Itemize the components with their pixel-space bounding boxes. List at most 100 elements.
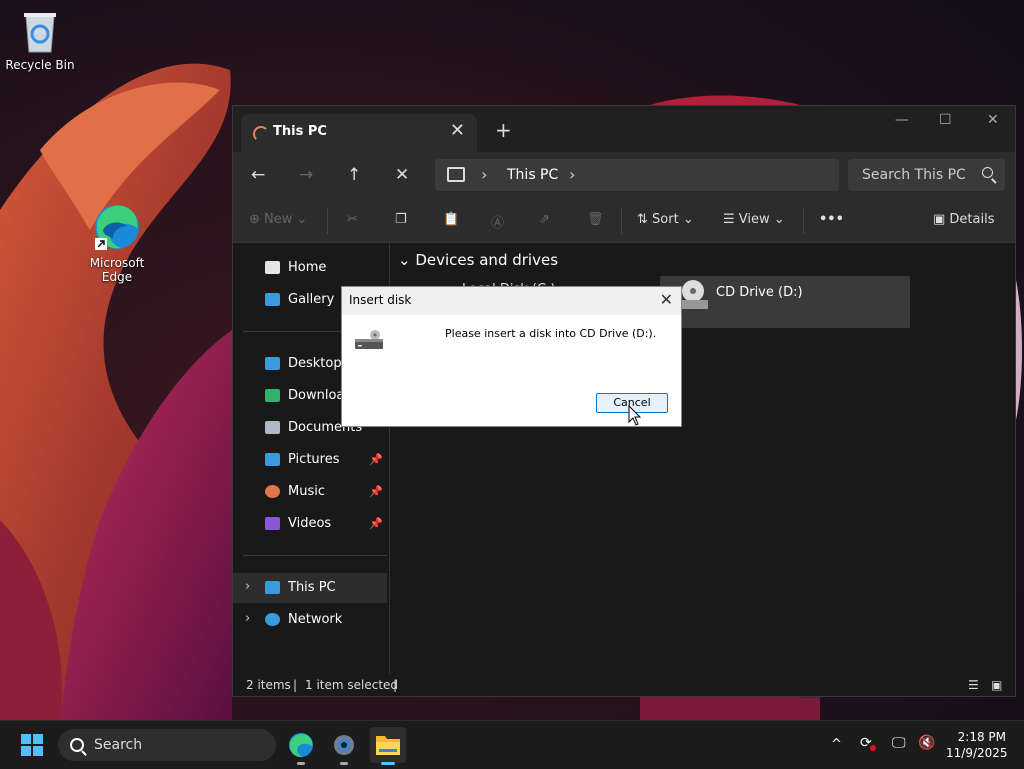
show-hidden-icons-button[interactable]: ^ xyxy=(831,737,842,752)
back-button[interactable]: ← xyxy=(251,165,265,185)
taskbar-search-placeholder: Search xyxy=(94,737,143,753)
sidebar-item-music[interactable]: Music 📌 xyxy=(233,477,387,507)
sidebar-item-network[interactable]: › Network xyxy=(233,605,387,635)
breadcrumb-this-pc[interactable]: This PC xyxy=(507,167,558,183)
search-icon xyxy=(982,167,993,178)
sidebar-item-videos[interactable]: Videos 📌 xyxy=(233,509,387,539)
music-icon xyxy=(265,485,280,498)
status-separator: | xyxy=(393,678,398,692)
maximize-button[interactable]: ☐ xyxy=(939,112,952,128)
pin-icon[interactable]: 📌 xyxy=(369,485,383,498)
cd-drive-icon xyxy=(678,300,708,309)
clock-date: 11/9/2025 xyxy=(946,746,1008,760)
group-header-devices[interactable]: ⌄ Devices and drives xyxy=(398,251,558,269)
address-bar[interactable]: › This PC › xyxy=(435,159,839,191)
videos-icon xyxy=(265,517,280,530)
start-button[interactable] xyxy=(21,734,43,756)
view-label: View xyxy=(738,212,770,227)
taskbar-app-file-explorer[interactable] xyxy=(370,727,406,765)
tab-title: This PC xyxy=(273,124,327,139)
system-clock[interactable]: 2:18 PM 11/9/2025 xyxy=(946,729,1008,761)
running-indicator xyxy=(297,762,305,765)
taskbar-app-settings[interactable] xyxy=(326,727,362,765)
collapse-chevron-icon: ⌄ xyxy=(398,251,411,269)
status-selected-count: 1 item selected xyxy=(305,678,399,692)
settings-icon xyxy=(334,735,354,755)
tiles-view-icon[interactable]: ▣ xyxy=(991,678,1002,692)
status-bar: 2 items | 1 item selected | ☰ ▣ xyxy=(233,674,1015,696)
documents-icon xyxy=(265,421,280,434)
minimize-button[interactable]: — xyxy=(895,112,909,128)
up-button[interactable]: ↑ xyxy=(347,165,361,185)
edge-icon xyxy=(95,205,139,250)
cut-icon[interactable]: ✂ xyxy=(347,212,358,227)
tab-this-pc[interactable]: This PC ✕ xyxy=(241,114,477,152)
stop-loading-button[interactable]: ✕ xyxy=(395,165,409,185)
new-tab-button[interactable]: + xyxy=(495,118,512,142)
loading-spinner-icon xyxy=(253,126,269,142)
tab-close-button[interactable]: ✕ xyxy=(450,120,465,141)
copy-icon[interactable]: ❐ xyxy=(395,212,407,227)
dialog-title: Insert disk xyxy=(349,293,412,307)
pin-icon[interactable]: 📌 xyxy=(369,517,383,530)
group-label: Devices and drives xyxy=(415,251,559,269)
windows-logo-icon xyxy=(21,746,31,756)
command-bar: ⊕ New ⌄ ✂ ❐ 📋 Ⓐ ⇗ 🗑 ⇅ Sort ⌄ ☰ View ⌄ ••… xyxy=(233,200,1015,243)
volume-muted-icon[interactable]: 🔇 xyxy=(918,735,935,751)
mouse-cursor-icon xyxy=(628,405,642,426)
title-bar: This PC ✕ + — ☐ ✕ xyxy=(233,106,1015,152)
sidebar-item-home[interactable]: Home xyxy=(233,253,387,283)
file-explorer-icon xyxy=(376,736,400,755)
recycle-bin-icon xyxy=(24,13,56,53)
breadcrumb-chevron-icon[interactable]: › xyxy=(569,165,575,184)
desktop-icon-recycle-bin[interactable]: Recycle Bin xyxy=(0,8,80,72)
paste-icon[interactable]: 📋 xyxy=(443,212,459,227)
drive-cd-d[interactable]: CD Drive (D:) xyxy=(660,276,910,328)
sync-alert-icon[interactable]: ⟳ xyxy=(860,735,876,751)
status-item-count: 2 items xyxy=(246,678,291,692)
sidebar-item-pictures[interactable]: Pictures 📌 xyxy=(233,445,387,475)
sidebar-item-label: Music xyxy=(288,484,325,499)
rename-icon[interactable]: Ⓐ xyxy=(491,212,504,231)
details-label: Details xyxy=(949,212,995,227)
pictures-icon xyxy=(265,453,280,466)
taskbar: Search ^ ⟳ 🖵 🔇 2:18 PM 11/9/2025 xyxy=(0,720,1024,769)
new-button[interactable]: ⊕ New ⌄ xyxy=(249,212,307,227)
toolbar-divider xyxy=(621,208,622,234)
desktop-icon xyxy=(265,357,280,370)
taskbar-app-edge[interactable] xyxy=(283,727,319,765)
sidebar-item-label: This PC xyxy=(288,580,336,595)
expand-chevron-icon[interactable]: › xyxy=(245,611,250,626)
sidebar-divider xyxy=(243,555,387,556)
new-label: New xyxy=(264,212,293,227)
edge-icon xyxy=(289,733,313,758)
monitor-icon xyxy=(447,167,465,182)
view-button[interactable]: ☰ View ⌄ xyxy=(723,212,785,227)
sort-button[interactable]: ⇅ Sort ⌄ xyxy=(637,212,694,227)
delete-icon[interactable]: 🗑 xyxy=(587,212,604,227)
breadcrumb-chevron-icon[interactable]: › xyxy=(481,165,487,184)
search-placeholder: Search This PC xyxy=(862,167,966,183)
pin-icon[interactable]: 📌 xyxy=(369,453,383,466)
search-box[interactable]: Search This PC xyxy=(848,159,1005,191)
forward-button[interactable]: → xyxy=(299,165,313,185)
network-icon xyxy=(265,613,280,626)
share-icon[interactable]: ⇗ xyxy=(539,212,550,227)
drive-label: CD Drive (D:) xyxy=(716,285,803,300)
taskbar-search[interactable]: Search xyxy=(58,729,276,761)
clock-time: 2:18 PM xyxy=(957,730,1006,744)
sidebar-item-label: Network xyxy=(288,612,343,627)
close-window-button[interactable]: ✕ xyxy=(987,112,999,128)
cd-disc-icon xyxy=(682,280,704,302)
more-options-button[interactable]: ••• xyxy=(819,212,844,227)
desktop-icon-microsoft-edge[interactable]: Microsoft Edge xyxy=(77,202,157,284)
details-view-icon[interactable]: ☰ xyxy=(968,678,979,692)
network-status-icon[interactable]: 🖵 xyxy=(892,735,906,751)
sidebar-item-label: Pictures xyxy=(288,452,340,467)
dialog-close-button[interactable]: ✕ xyxy=(660,290,673,309)
sidebar-item-label: Videos xyxy=(288,516,332,531)
windows-logo-icon xyxy=(21,734,31,744)
expand-chevron-icon[interactable]: › xyxy=(245,579,250,594)
sidebar-item-this-pc[interactable]: › This PC xyxy=(233,573,387,603)
details-pane-button[interactable]: ▣ Details xyxy=(933,212,995,227)
